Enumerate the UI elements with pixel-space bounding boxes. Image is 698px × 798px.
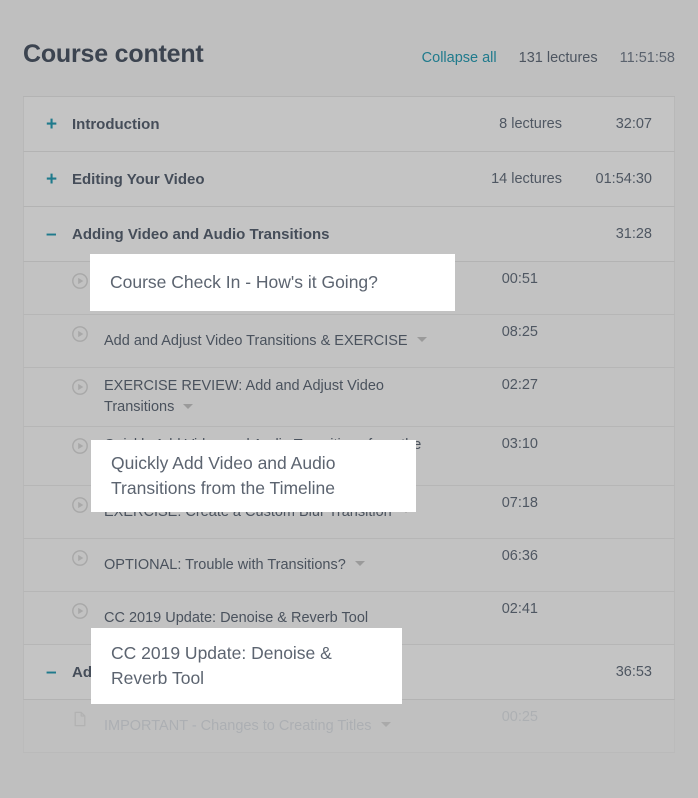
section-header-editing-your-video[interactable]: + Editing Your Video 14 lectures 01:54:3… xyxy=(23,152,675,207)
total-lecture-count: 131 lectures xyxy=(518,50,598,66)
lecture-title: CC 2019 Update: Denoise & Reverb Tool xyxy=(104,609,369,626)
play-circle-icon xyxy=(72,273,88,289)
lecture-duration: 00:25 xyxy=(501,709,538,725)
course-content-header: Course content Collapse all 131 lectures… xyxy=(0,0,698,96)
lecture-row[interactable]: IMPORTANT - Changes to Creating Titles 0… xyxy=(23,700,675,753)
lecture-duration: 00:51 xyxy=(501,271,538,287)
highlight-text: Course Check In - How's it Going? xyxy=(110,272,378,292)
chevron-down-icon[interactable] xyxy=(183,403,194,409)
lecture-duration: 08:25 xyxy=(501,324,538,340)
document-icon xyxy=(72,711,88,727)
section-duration: 32:07 xyxy=(615,116,652,132)
section-expand-toggle-icon[interactable]: + xyxy=(46,170,72,189)
section-title: Introduction xyxy=(72,115,160,133)
lecture-row[interactable]: EXERCISE REVIEW: Add and Adjust Video Tr… xyxy=(23,368,675,427)
play-circle-icon xyxy=(72,379,88,395)
highlight-box-quickly-add-transitions: Quickly Add Video and Audio Transitions … xyxy=(91,440,416,512)
lecture-title: EXERCISE REVIEW: Add and Adjust Video Tr… xyxy=(104,378,384,415)
lecture-title-wrap: EXERCISE REVIEW: Add and Adjust Video Tr… xyxy=(104,376,448,418)
section-lecture-count: 14 lectures xyxy=(491,171,562,187)
lecture-title: OPTIONAL: Trouble with Transitions? xyxy=(104,556,346,573)
section-duration: 31:28 xyxy=(615,226,652,242)
chevron-down-icon[interactable] xyxy=(416,337,427,343)
highlight-box-course-check-in: Course Check In - How's it Going? xyxy=(90,254,455,311)
lecture-title-wrap: OPTIONAL: Trouble with Transitions? xyxy=(104,555,448,576)
section-expand-toggle-icon[interactable]: + xyxy=(46,115,72,134)
section-collapse-toggle-icon[interactable]: – xyxy=(46,225,72,244)
header-meta: Collapse all 131 lectures 11:51:58 xyxy=(422,50,675,66)
play-circle-icon xyxy=(72,326,88,342)
highlight-box-cc-2019-update: CC 2019 Update: Denoise & Reverb Tool xyxy=(91,628,402,704)
highlight-text: CC 2019 Update: Denoise & Reverb Tool xyxy=(111,643,332,688)
lecture-row[interactable]: OPTIONAL: Trouble with Transitions? 06:3… xyxy=(23,539,675,592)
collapse-all-link[interactable]: Collapse all xyxy=(422,50,497,66)
lecture-duration: 02:27 xyxy=(501,377,538,393)
chevron-down-icon[interactable] xyxy=(354,561,365,567)
section-duration: 01:54:30 xyxy=(595,171,652,187)
section-header-introduction[interactable]: + Introduction 8 lectures 32:07 xyxy=(23,97,675,152)
play-circle-icon xyxy=(72,438,88,454)
section-title: Adding Video and Audio Transitions xyxy=(72,225,330,243)
lecture-title: IMPORTANT - Changes to Creating Titles xyxy=(104,717,372,734)
section-title: Editing Your Video xyxy=(72,170,205,188)
section-duration: 36:53 xyxy=(615,664,652,680)
total-course-length: 11:51:58 xyxy=(619,50,675,66)
play-circle-icon xyxy=(72,497,88,513)
play-circle-icon xyxy=(72,550,88,566)
lecture-duration: 02:41 xyxy=(501,601,538,617)
lecture-title-wrap: Add and Adjust Video Transitions & EXERC… xyxy=(104,331,448,352)
section-collapse-toggle-icon[interactable]: – xyxy=(46,663,72,682)
lecture-row[interactable]: Add and Adjust Video Transitions & EXERC… xyxy=(23,315,675,368)
lecture-duration: 06:36 xyxy=(501,548,538,564)
highlight-text: Quickly Add Video and Audio Transitions … xyxy=(111,453,336,498)
lecture-title-wrap: IMPORTANT - Changes to Creating Titles xyxy=(104,716,448,737)
lecture-duration: 03:10 xyxy=(501,436,538,452)
lecture-duration: 07:18 xyxy=(501,495,538,511)
lecture-title: Add and Adjust Video Transitions & EXERC… xyxy=(104,332,408,349)
section-lecture-count: 8 lectures xyxy=(499,116,562,132)
page-title: Course content xyxy=(23,40,204,68)
chevron-down-icon[interactable] xyxy=(380,722,391,728)
play-circle-icon xyxy=(72,603,88,619)
